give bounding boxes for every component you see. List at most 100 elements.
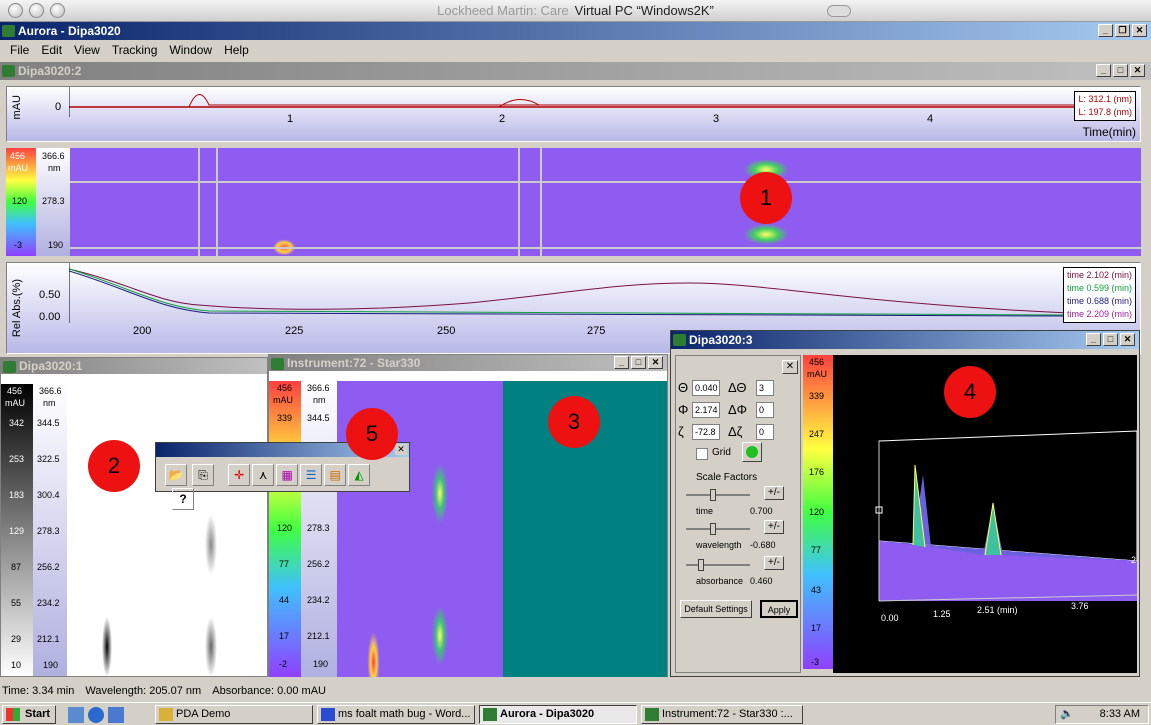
nm-label: 234.2 (307, 595, 330, 605)
menu-tracking[interactable]: Tracking (106, 41, 164, 59)
menu-file[interactable]: File (4, 41, 35, 59)
open-folder-icon[interactable]: 📂 (165, 464, 187, 486)
chromatogram-panel[interactable]: mAU 0 1 2 3 4 Time(min) L: 312.1 (nm) L:… (6, 86, 1141, 142)
window-title-bar: Dipa3020:3 _ □ ✕ (671, 331, 1139, 349)
minimize-icon[interactable]: _ (614, 356, 629, 369)
nm-label: 322.5 (37, 454, 60, 464)
contour-plot[interactable] (70, 148, 1141, 256)
delta-zeta-input[interactable] (756, 424, 774, 440)
app-window-controls: _ ❐ ✕ (1098, 24, 1147, 37)
time-value: 0.700 (750, 506, 773, 516)
wavelength-cursor[interactable] (70, 181, 1141, 183)
absorbance-label: absorbance (696, 576, 744, 586)
close-icon[interactable]: ✕ (1132, 24, 1147, 37)
annotation-marker-2: 2 (88, 440, 140, 492)
lines-view-icon[interactable]: ☰ (300, 464, 323, 486)
toolbar-pill[interactable] (827, 5, 851, 17)
absorbance-value: 0.460 (750, 576, 773, 586)
default-settings-button[interactable]: Default Settings (680, 600, 752, 618)
task-pda-demo[interactable]: PDA Demo (155, 705, 313, 724)
delta-phi-input[interactable] (756, 402, 774, 418)
menu-help[interactable]: Help (218, 41, 255, 59)
grayscale-contour-plot[interactable] (67, 384, 267, 676)
zeta-input[interactable] (692, 424, 720, 440)
task-aurora[interactable]: Aurora - Dipa3020 (479, 705, 637, 724)
scale-label: 120 (809, 507, 825, 517)
grid-checkbox[interactable] (696, 448, 708, 460)
menu-view[interactable]: View (68, 41, 106, 59)
maximize-icon[interactable]: □ (1113, 64, 1128, 77)
edge-tick: 2 (1131, 555, 1137, 565)
delta-phi-icon: ΔΦ (728, 402, 748, 417)
scale-label: 10 (11, 660, 22, 670)
wavelength-slider[interactable] (686, 528, 750, 530)
scale-label: mAU (807, 369, 827, 379)
time-cursor[interactable] (518, 148, 520, 256)
grid-view-icon[interactable]: ▦ (276, 464, 299, 486)
time-cursor[interactable] (216, 148, 218, 256)
close-icon[interactable]: ✕ (782, 360, 798, 374)
internet-explorer-icon[interactable] (88, 707, 104, 723)
absorbance-slider-thumb[interactable] (698, 559, 704, 571)
chrom-ylabel: mAU (11, 95, 23, 120)
scale-label: 456 (7, 386, 23, 396)
scale-label: 87 (11, 562, 22, 572)
wavelength-slider-thumb[interactable] (710, 523, 716, 535)
time-slider-thumb[interactable] (710, 489, 716, 501)
time-slider[interactable] (686, 494, 750, 496)
apply-button[interactable]: Apply (760, 600, 798, 618)
theta-input[interactable] (692, 380, 720, 396)
x-tick: 250 (437, 325, 456, 337)
phi-input[interactable] (692, 402, 720, 418)
close-icon[interactable]: ✕ (648, 356, 663, 369)
scale-label: 17 (811, 623, 822, 633)
wavelength-pm-button[interactable]: +/- (764, 520, 784, 534)
task-word[interactable]: ms foalt math bug - Word... (317, 705, 475, 724)
absorbance-pm-button[interactable]: +/- (764, 556, 784, 570)
delta-theta-input[interactable] (756, 380, 774, 396)
theta-icon: Θ (678, 380, 689, 395)
peak-icon[interactable]: ⋏ (252, 464, 275, 486)
start-button[interactable]: Start (2, 705, 56, 724)
nm-label: 256.2 (37, 562, 60, 572)
time-cursor[interactable] (540, 148, 542, 256)
copy-icon[interactable]: ⎘ (192, 464, 215, 486)
maximize-icon[interactable]: □ (1103, 333, 1118, 346)
time-pm-button[interactable]: +/- (764, 486, 784, 500)
grid-label: Grid (712, 447, 731, 458)
scale-label: 342 (9, 418, 25, 428)
volume-icon[interactable]: 🔈 (1060, 706, 1074, 723)
window-dipa3020-3: Dipa3020:3 _□✕ ✕ Θ ΔΘ Φ ΔΦ ζ Δζ Grid Sca… (670, 330, 1140, 677)
show-desktop-icon[interactable] (68, 707, 84, 723)
nm-label: 234.2 (37, 598, 60, 608)
maximize-icon[interactable]: □ (631, 356, 646, 369)
close-icon[interactable]: ✕ (1130, 64, 1145, 77)
aurora-icon (483, 708, 497, 721)
crosshair-icon[interactable]: ✛ (228, 464, 251, 486)
help-icon[interactable]: ? (172, 488, 194, 510)
host-title-bar: Lockheed Martin: Care Virtual PC “Windows… (0, 0, 1151, 22)
menu-window[interactable]: Window (163, 41, 218, 59)
close-icon[interactable]: ✕ (1120, 333, 1135, 346)
restore-icon[interactable]: ❐ (1115, 24, 1130, 37)
minimize-icon[interactable]: _ (1098, 24, 1113, 37)
nm-label: 366.6 (42, 151, 65, 161)
bars-view-icon[interactable]: ▤ (324, 464, 347, 486)
x-tick: 200 (133, 325, 152, 337)
close-icon[interactable]: ✕ (395, 444, 407, 455)
clock[interactable]: 8:33 AM (1100, 706, 1140, 723)
absorbance-slider[interactable] (686, 564, 750, 566)
wavelength-cursor[interactable] (70, 247, 1141, 249)
task-instrument[interactable]: Instrument:72 - Star330 :... (641, 705, 803, 724)
window-dipa3020-1: Dipa3020:1 456 mAU 366.6 nm 342 253 183 … (0, 357, 268, 677)
window-title: Dipa3020:3 (689, 333, 753, 347)
minimize-icon[interactable]: _ (1096, 64, 1111, 77)
surface-3d-icon[interactable]: ◭ (348, 464, 371, 486)
minimize-icon[interactable]: _ (1086, 333, 1101, 346)
contour-panel[interactable]: 456 mAU 120 -3 366.6 nm 278.3 190 (6, 148, 1141, 256)
green-dot-icon (746, 446, 758, 458)
color-button[interactable] (742, 442, 762, 462)
time-cursor[interactable] (198, 148, 200, 256)
outlook-icon[interactable] (108, 707, 124, 723)
menu-edit[interactable]: Edit (35, 41, 68, 59)
